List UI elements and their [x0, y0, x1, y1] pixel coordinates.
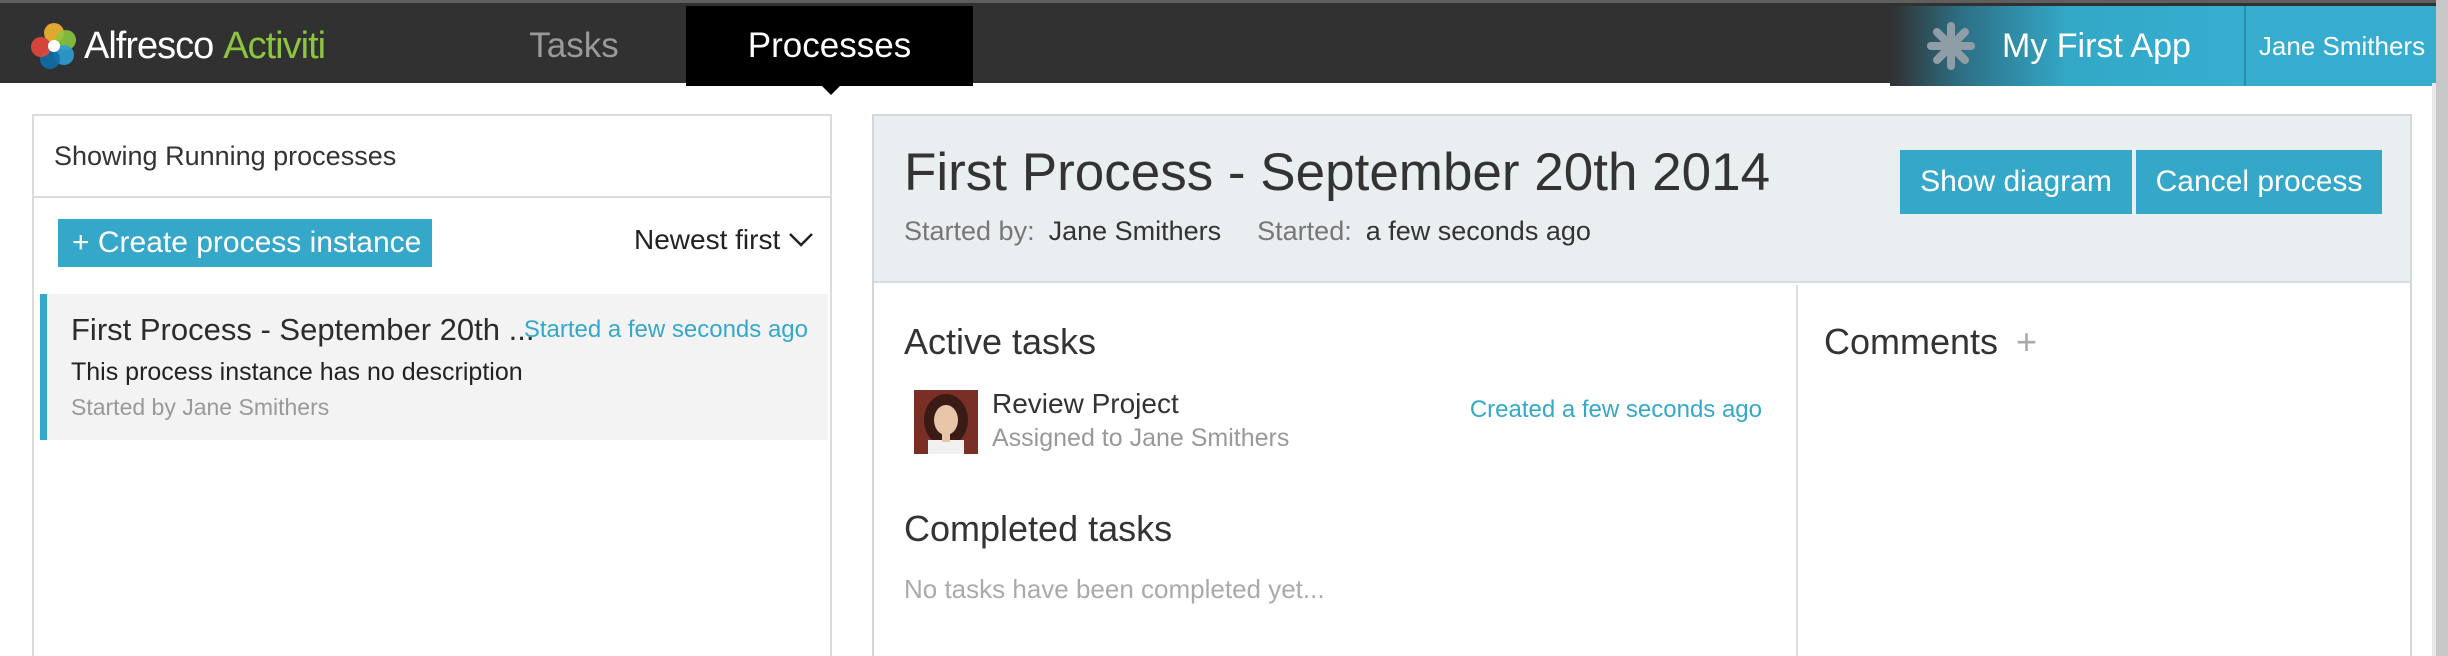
started-label: Started:: [1257, 216, 1352, 246]
task-name: Review Project: [992, 388, 1179, 419]
app-name: My First App: [2002, 26, 2191, 65]
process-detail-panel: First Process - September 20th 2014 Star…: [872, 114, 2412, 656]
brand-logo[interactable]: Alfresco Activiti: [28, 19, 326, 73]
top-nav-bar: Alfresco Activiti Tasks Processes My Fir…: [0, 0, 2448, 86]
process-list-panel: Showing Running processes + Create proce…: [32, 114, 832, 656]
process-item-description: This process instance has no description: [71, 358, 523, 386]
started-by-label: Started by:: [904, 216, 1035, 246]
task-assignee: Assigned to Jane Smithers: [992, 424, 1290, 452]
add-comment-button[interactable]: +: [2016, 321, 2037, 363]
process-item-title: First Process - September 20th ...: [71, 312, 535, 347]
sort-dropdown[interactable]: Newest first: [634, 224, 814, 256]
process-meta: Started by: Jane Smithers Started: a few…: [904, 216, 1591, 247]
tab-tasks[interactable]: Tasks: [480, 6, 668, 86]
column-divider: [1796, 285, 1798, 656]
app-switcher[interactable]: My First App: [1890, 6, 2244, 86]
page-title: First Process - September 20th 2014: [904, 143, 1771, 202]
started-value: a few seconds ago: [1365, 216, 1591, 246]
started-by-value: Jane Smithers: [1048, 216, 1222, 246]
comments-label: Comments: [1824, 321, 1999, 362]
task-list-item[interactable]: Review Project Assigned to Jane Smithers…: [914, 386, 1762, 456]
completed-tasks-heading: Completed tasks: [904, 508, 1173, 549]
process-item-started-by: Started by Jane Smithers: [71, 394, 330, 420]
asterisk-app-icon: [1927, 22, 1975, 70]
process-list-item[interactable]: First Process - September 20th ... Start…: [40, 294, 828, 440]
activiti-logo-icon: [31, 23, 76, 69]
task-created-time: Created a few seconds ago: [1469, 396, 1762, 423]
user-menu[interactable]: Jane Smithers: [2244, 6, 2438, 86]
cancel-process-button[interactable]: Cancel process: [2136, 150, 2382, 214]
tab-processes[interactable]: Processes: [686, 6, 973, 86]
active-tab-caret: [818, 82, 844, 95]
no-completed-tasks-text: No tasks have been completed yet...: [904, 574, 1325, 604]
window-scrollbar-edge: [2436, 0, 2448, 656]
active-tasks-heading: Active tasks: [904, 321, 1097, 362]
brand-name-accent: Activiti: [223, 24, 326, 67]
process-item-started: Started a few seconds ago: [523, 316, 808, 343]
process-detail-header: First Process - September 20th 2014 Star…: [874, 116, 2410, 283]
process-filter-header[interactable]: Showing Running processes: [34, 116, 830, 198]
chevron-down-icon: [789, 233, 814, 247]
show-diagram-button[interactable]: Show diagram: [1900, 150, 2132, 214]
create-process-instance-button[interactable]: + Create process instance: [58, 219, 432, 267]
brand-name: Alfresco: [84, 24, 214, 67]
sort-label: Newest first: [634, 224, 781, 255]
avatar: [914, 390, 978, 454]
comments-heading: Comments +: [1824, 321, 2037, 363]
